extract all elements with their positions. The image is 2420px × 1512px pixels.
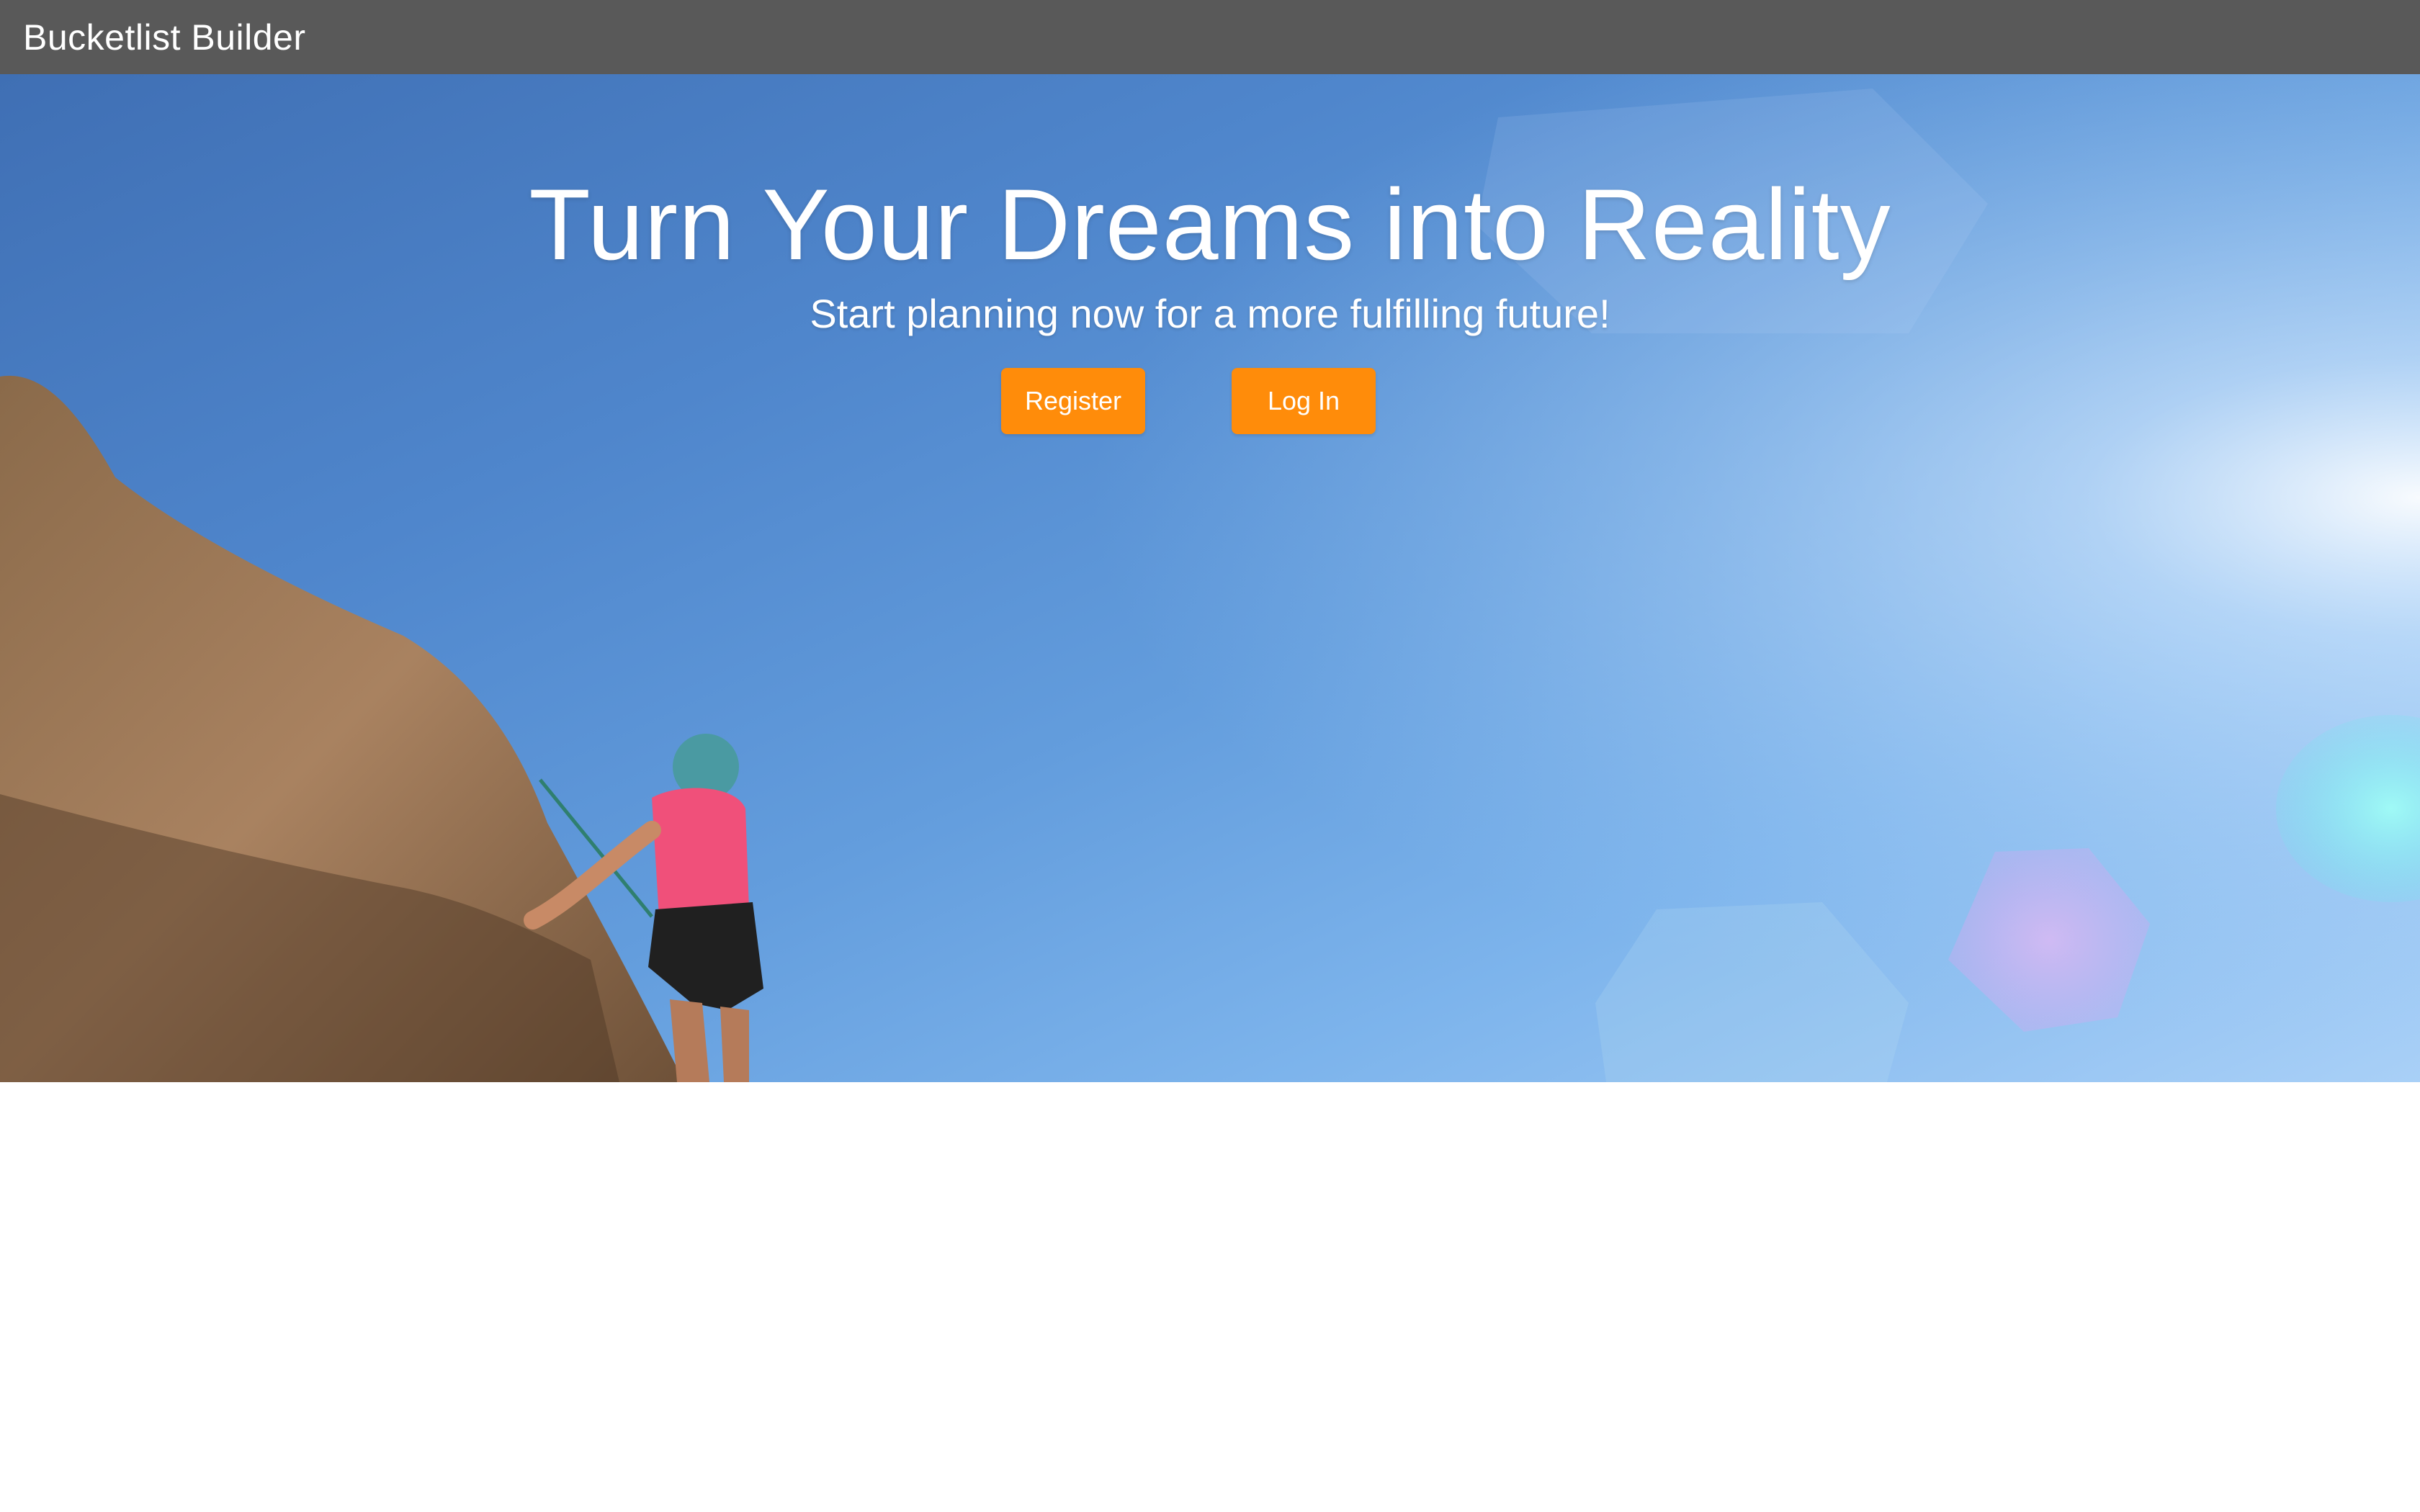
hero-section: Turn Your Dreams into Reality Start plan…	[0, 74, 2420, 1082]
hero-subheadline: Start planning now for a more fulfilling…	[810, 291, 1610, 336]
register-button[interactable]: Register	[1001, 368, 1145, 434]
navbar: Bucketlist Builder	[0, 0, 2420, 74]
login-button[interactable]: Log In	[1232, 368, 1376, 434]
brand-link[interactable]: Bucketlist Builder	[23, 17, 306, 58]
hero-headline: Turn Your Dreams into Reality	[529, 168, 1891, 281]
